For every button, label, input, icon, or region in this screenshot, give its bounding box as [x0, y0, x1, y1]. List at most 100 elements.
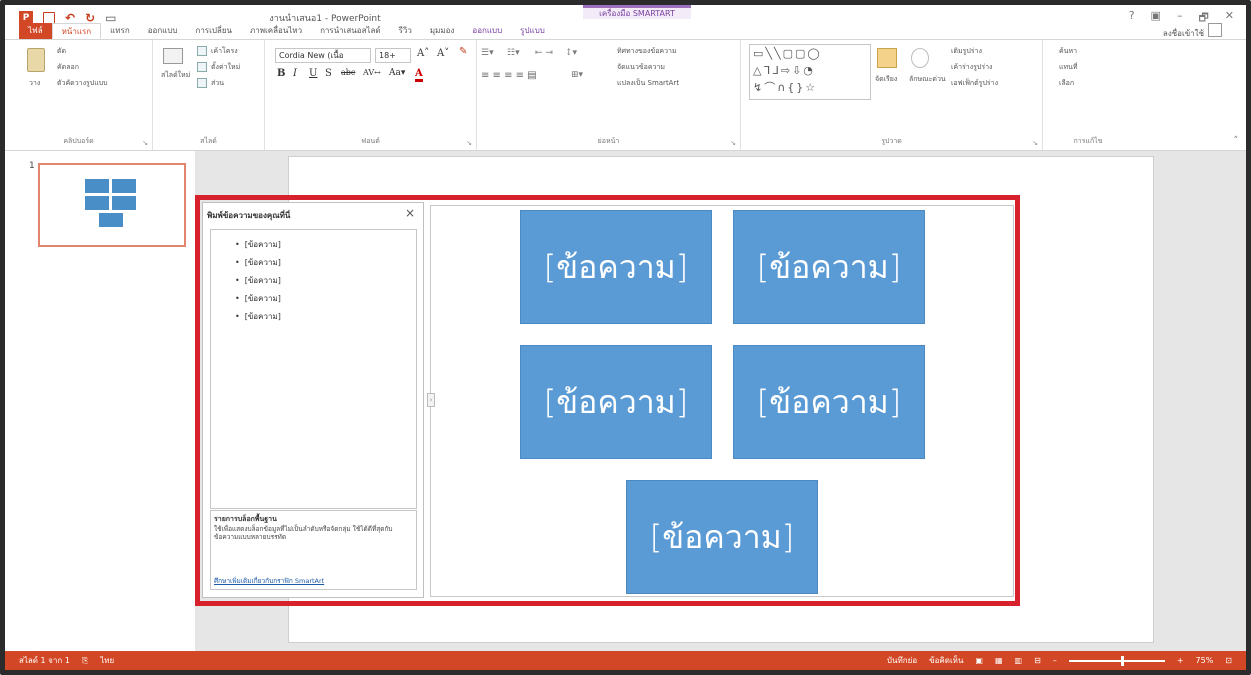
- numbering-icon[interactable]: ☷▾: [507, 48, 520, 58]
- drawing-dialog-launcher-icon[interactable]: ↘: [1032, 139, 1038, 147]
- language-status[interactable]: ไทย: [100, 651, 114, 670]
- slide-number: 1: [29, 161, 35, 171]
- dialog-launcher-icon[interactable]: ↘: [142, 139, 148, 147]
- tab-transitions[interactable]: การเปลี่ยน: [186, 23, 241, 39]
- find-button[interactable]: ค้นหา: [1059, 46, 1077, 57]
- select-button[interactable]: เลือก: [1059, 78, 1074, 89]
- paste-icon[interactable]: [27, 48, 45, 72]
- arrange-icon[interactable]: [877, 48, 897, 68]
- underline-icon[interactable]: U: [309, 68, 317, 79]
- zoom-slider[interactable]: [1068, 656, 1165, 666]
- group-font: Cordia New (เนื้อ 18+ A˄ A˅ ✎ B I U S ab…: [265, 40, 477, 150]
- group-label-drawing: รูปวาด: [881, 137, 902, 145]
- layout-icon: [197, 46, 207, 56]
- shadow-icon[interactable]: S: [325, 68, 332, 79]
- thumb-block: [112, 179, 136, 193]
- user-avatar[interactable]: [1208, 23, 1222, 37]
- normal-view-icon[interactable]: ▣: [975, 651, 983, 670]
- app-window: P ↶ ↻ ▭ งานนำเสนอ1 - PowerPoint เครื่องม…: [0, 0, 1251, 675]
- comments-button[interactable]: ข้อคิดเห็น: [929, 651, 963, 670]
- reading-view-icon[interactable]: ▥: [1015, 651, 1023, 670]
- clear-format-icon[interactable]: ✎: [459, 46, 467, 57]
- strikethrough-icon[interactable]: abc: [341, 68, 355, 77]
- tab-animations[interactable]: ภาพเคลื่อนไหว: [241, 23, 311, 39]
- group-clipboard: วาง ตัด คัดลอก ตัวคัดวางรูปแบบ คลิปบอร์ด…: [5, 40, 153, 150]
- decrease-font-icon[interactable]: A˅: [437, 48, 449, 59]
- paragraph-dialog-launcher-icon[interactable]: ↘: [730, 139, 736, 147]
- tab-smartart-format[interactable]: รูปแบบ: [511, 23, 554, 39]
- character-spacing-icon[interactable]: AV↔: [363, 68, 381, 77]
- collapse-ribbon-icon[interactable]: ˄: [1234, 136, 1239, 146]
- status-bar: สไลด์ 1 จาก 1 ⎘ ไทย บันทึกย่อ ข้อคิดเห็น…: [5, 651, 1246, 670]
- quick-styles-button[interactable]: ลักษณะด่วน: [909, 74, 946, 85]
- paste-label[interactable]: วาง: [29, 78, 40, 89]
- spell-check-icon[interactable]: ⎘: [82, 651, 88, 670]
- tab-file[interactable]: ไฟล์: [19, 23, 52, 39]
- text-direction-button[interactable]: ทิศทางของข้อความ: [617, 46, 677, 57]
- bold-icon[interactable]: B: [277, 68, 285, 79]
- ribbon-tabs: ไฟล์ หน้าแรก แทรก ออกแบบ การเปลี่ยน ภาพเ…: [5, 21, 1246, 39]
- copy-button[interactable]: คัดลอก: [57, 62, 79, 73]
- notes-button[interactable]: บันทึกย่อ: [887, 651, 917, 670]
- annotation-highlight-box: [195, 195, 1020, 606]
- format-painter-button[interactable]: ตัวคัดวางรูปแบบ: [57, 78, 108, 89]
- align-text-button[interactable]: จัดแนวข้อความ: [617, 62, 665, 73]
- reset-button[interactable]: ตั้งค่าใหม่: [211, 62, 240, 73]
- tab-view[interactable]: มุมมอง: [421, 23, 464, 39]
- tab-home[interactable]: หน้าแรก: [51, 23, 102, 39]
- cut-button[interactable]: ตัด: [57, 46, 66, 57]
- bullets-icon[interactable]: ☰▾: [481, 48, 494, 58]
- change-case-icon[interactable]: Aa▾: [389, 68, 405, 78]
- smartart-tools-label: เครื่องมือ SMARTART: [583, 5, 691, 19]
- zoom-out-icon[interactable]: –: [1053, 651, 1057, 670]
- thumb-block: [112, 196, 136, 210]
- thumb-block: [85, 196, 109, 210]
- zoom-slider-thumb[interactable]: [1120, 656, 1124, 666]
- group-slides: สไลด์ใหม่ เค้าโครง ตั้งค่าใหม่ ส่วน สไลด…: [153, 40, 265, 150]
- tab-review[interactable]: รีวิว: [390, 23, 421, 39]
- tab-slide-show[interactable]: การนำเสนอสไลด์: [311, 23, 390, 39]
- replace-button[interactable]: แทนที่: [1059, 62, 1078, 73]
- group-label-font: ฟอนต์: [361, 137, 380, 145]
- reset-icon: [197, 62, 207, 72]
- tab-insert[interactable]: แทรก: [101, 23, 139, 39]
- font-dialog-launcher-icon[interactable]: ↘: [466, 139, 472, 147]
- group-drawing: ▭╲╲▢▢◯ △ᒣᒧ⇨⇩◔ ↯⌒∩{}☆ จัดเรียง ลักษณะด่วน เ…: [741, 40, 1043, 150]
- new-slide-button[interactable]: สไลด์ใหม่: [161, 70, 190, 81]
- shape-effects-button[interactable]: เอฟเฟ็กต์รูปร่าง: [951, 78, 998, 89]
- slideshow-icon[interactable]: ⊟: [1034, 651, 1041, 670]
- font-size-dropdown[interactable]: 18+: [375, 48, 411, 63]
- zoom-in-icon[interactable]: +: [1177, 651, 1184, 670]
- group-label-clipboard: คลิปบอร์ด: [63, 137, 94, 145]
- zoom-level[interactable]: 75%: [1196, 651, 1214, 670]
- section-button[interactable]: ส่วน: [211, 78, 224, 89]
- convert-smartart-button[interactable]: แปลงเป็น SmartArt: [617, 78, 679, 89]
- tab-design[interactable]: ออกแบบ: [139, 23, 187, 39]
- slide-count-status[interactable]: สไลด์ 1 จาก 1: [19, 651, 70, 670]
- arrange-button[interactable]: จัดเรียง: [875, 74, 897, 85]
- italic-icon[interactable]: I: [293, 68, 297, 79]
- group-label-paragraph: ย่อหน้า: [597, 137, 620, 145]
- slide-thumbnail[interactable]: [38, 163, 186, 247]
- shape-outline-button[interactable]: เค้าร่างรูปร่าง: [951, 62, 992, 73]
- align-buttons-icon[interactable]: ≡ ≡ ≡ ≡ ▤: [481, 70, 537, 81]
- fit-to-window-icon[interactable]: ⊡: [1225, 651, 1232, 670]
- font-color-icon[interactable]: A: [415, 68, 423, 82]
- increase-font-icon[interactable]: A˄: [417, 48, 429, 59]
- new-slide-icon[interactable]: [163, 48, 183, 64]
- indent-icons[interactable]: ⇤ ⇥: [535, 48, 553, 58]
- columns-icon[interactable]: ⊞▾: [571, 70, 583, 80]
- line-spacing-icon[interactable]: ↕▾: [565, 48, 577, 58]
- ribbon: วาง ตัด คัดลอก ตัวคัดวางรูปแบบ คลิปบอร์ด…: [5, 39, 1246, 151]
- tab-smartart-design[interactable]: ออกแบบ: [463, 23, 511, 39]
- shapes-gallery[interactable]: ▭╲╲▢▢◯ △ᒣᒧ⇨⇩◔ ↯⌒∩{}☆: [749, 44, 871, 100]
- font-name-dropdown[interactable]: Cordia New (เนื้อ: [275, 48, 371, 63]
- group-editing: ค้นหา แทนที่ เลือก การแก้ไข: [1043, 40, 1133, 150]
- slide-sorter-icon[interactable]: ▦: [995, 651, 1003, 670]
- quick-styles-icon[interactable]: [911, 48, 929, 68]
- layout-button[interactable]: เค้าโครง: [211, 46, 238, 57]
- slide-thumbnails-pane: 1: [5, 151, 195, 651]
- group-paragraph: ☰▾ ☷▾ ⇤ ⇥ ↕▾ ทิศทางของข้อความ จัดแนวข้อค…: [477, 40, 741, 150]
- group-label-editing: การแก้ไข: [1073, 137, 1103, 145]
- shape-fill-button[interactable]: เติมรูปร่าง: [951, 46, 982, 57]
